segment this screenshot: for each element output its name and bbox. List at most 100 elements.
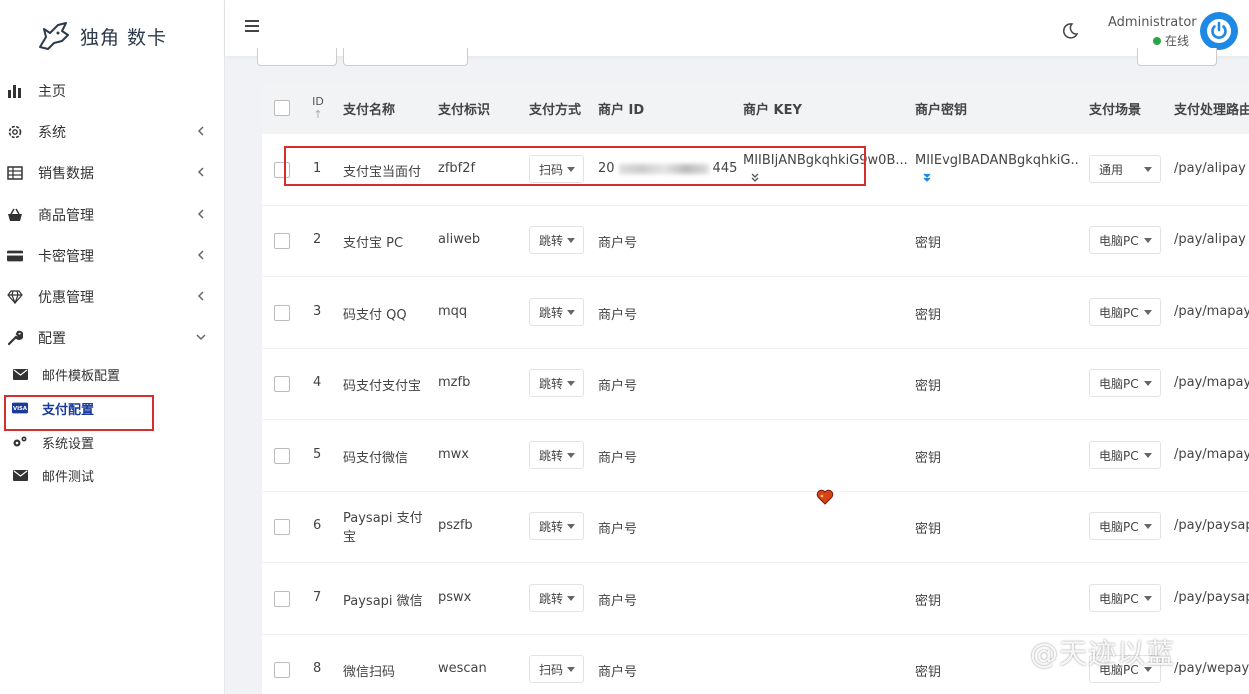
online-dot (1153, 36, 1161, 45)
method-select[interactable]: 跳转 (529, 441, 584, 469)
scene-select-value: 电脑PC (1099, 376, 1139, 391)
row-merchant-secret: MIIEvgIBADANBgkqhkiG... (915, 153, 1080, 168)
method-select-value: 跳转 (539, 591, 564, 606)
table-row[interactable]: 5 码支付微信 mwx 跳转 商户号 密钥 电脑PC /pay/mapay (262, 420, 1249, 492)
caret-down-icon (567, 238, 575, 243)
wrench-icon (7, 330, 23, 346)
scene-select[interactable]: 通用 (1089, 155, 1161, 183)
column-header-id[interactable]: ID ↑ (308, 82, 328, 134)
caret-down-icon (567, 310, 575, 315)
row-checkbox[interactable] (274, 305, 290, 321)
row-checkbox[interactable] (274, 376, 290, 392)
table-row[interactable]: 6 Paysapi 支付 宝 pszfb 跳转 商户号 密钥 电脑PC /pay… (262, 491, 1249, 563)
row-merchant-secret: 密钥 (915, 594, 942, 609)
toolbar-button[interactable] (343, 48, 468, 66)
hamburger-menu-icon[interactable] (245, 20, 259, 32)
table-row[interactable]: 3 码支付 QQ mqq 跳转 商户号 密钥 电脑PC /pay/mapay (262, 277, 1249, 349)
toolbar-button[interactable] (1137, 48, 1217, 66)
row-merchant-id: 商户号 (598, 236, 638, 251)
method-select[interactable]: 扫码 (529, 655, 584, 683)
method-select[interactable]: 跳转 (529, 584, 584, 612)
table-row[interactable]: 7 Paysapi 微信 pswx 跳转 商户号 密钥 电脑PC /pay/pa… (262, 563, 1249, 635)
sidebar-item-sales[interactable]: 销售数据 (0, 153, 225, 193)
row-name: 码支付支付宝 (343, 379, 422, 394)
row-id: 3 (313, 304, 322, 319)
caret-down-icon (1144, 238, 1152, 243)
caret-down-icon (1144, 381, 1152, 386)
row-name: Paysapi 微信 (343, 594, 423, 609)
caret-down-icon (1144, 596, 1152, 601)
scene-select[interactable]: 电脑PC (1089, 226, 1161, 254)
gear-icon (7, 124, 23, 140)
sidebar-subitem-label: 邮件模板配置 (42, 368, 121, 384)
scene-select[interactable]: 电脑PC (1089, 298, 1161, 326)
sidebar-item-products[interactable]: 商品管理 (0, 195, 225, 235)
row-id: 6 (313, 518, 322, 533)
avatar[interactable] (1200, 12, 1238, 50)
row-id: 8 (313, 661, 322, 676)
moon-icon[interactable] (1061, 22, 1079, 40)
sidebar-subitem-label: 系统设置 (42, 436, 95, 452)
row-checkbox[interactable] (274, 233, 290, 249)
sidebar-item-coupons[interactable]: 优惠管理 (0, 277, 225, 317)
column-header-method: 支付方式 (529, 102, 582, 118)
sidebar-item-system[interactable]: 系统 (0, 112, 225, 152)
select-all-checkbox[interactable] (274, 100, 290, 116)
column-header-merchant-key: 商户 KEY (743, 102, 802, 118)
sidebar-subitem-mail-template[interactable]: 邮件模板配置 (0, 358, 225, 390)
brand-logo[interactable]: 独角 数卡 (36, 18, 167, 54)
user-name[interactable]: Administrator (1108, 15, 1197, 30)
caret-down-icon (567, 381, 575, 386)
column-header-tag: 支付标识 (438, 102, 491, 118)
caret-down-icon (567, 596, 575, 601)
row-route: /pay/mapay (1174, 447, 1249, 462)
unicorn-icon (39, 22, 69, 50)
row-name-line: 宝 (343, 530, 357, 545)
chevron-left-icon (197, 291, 204, 301)
row-route: /pay/alipay (1174, 232, 1246, 247)
caret-down-icon (567, 453, 575, 458)
method-select-value: 扫码 (539, 662, 564, 677)
row-merchant-secret: 密钥 (915, 379, 942, 394)
row-merchant-id: 商户号 (598, 665, 638, 680)
row-checkbox[interactable] (274, 591, 290, 607)
bar-chart-icon (7, 83, 23, 99)
table-row[interactable]: 4 码支付支付宝 mzfb 跳转 商户号 密钥 电脑PC /pay/mapay (262, 348, 1249, 420)
chevron-down-icon (196, 334, 206, 341)
row-name: 微信扫码 (343, 665, 396, 680)
chevron-left-icon (197, 209, 204, 219)
scene-select[interactable]: 电脑PC (1089, 512, 1161, 540)
row-checkbox[interactable] (274, 662, 290, 678)
row-tag: pswx (438, 590, 472, 605)
scene-select-value: 电脑PC (1099, 519, 1139, 534)
scene-select[interactable]: 电脑PC (1089, 584, 1161, 612)
method-select[interactable]: 跳转 (529, 369, 584, 397)
row-tag: pszfb (438, 518, 473, 533)
scene-select[interactable]: 电脑PC (1089, 369, 1161, 397)
caret-down-icon (567, 667, 575, 672)
caret-down-icon (1144, 310, 1152, 315)
double-chevron-down-icon[interactable] (922, 173, 932, 183)
sidebar-item-cards[interactable]: 卡密管理 (0, 236, 225, 276)
row-checkbox[interactable] (274, 448, 290, 464)
method-select[interactable]: 跳转 (529, 298, 584, 326)
sidebar-item-config[interactable]: 配置 (0, 318, 225, 358)
table-row[interactable]: 2 支付宝 PC aliweb 跳转 商户号 密钥 电脑PC /pay/alip… (262, 205, 1249, 277)
sidebar-item-home[interactable]: 主页 (0, 71, 225, 111)
row-id: 5 (313, 447, 322, 462)
row-id: 2 (313, 232, 322, 247)
cogs-icon (12, 435, 28, 449)
method-select[interactable]: 跳转 (529, 512, 584, 540)
brand-title: 独角 数卡 (80, 26, 168, 49)
method-select[interactable]: 跳转 (529, 226, 584, 254)
column-header-merchant-id: 商户 ID (598, 102, 645, 118)
sidebar-subitem-mail-test[interactable]: 邮件测试 (0, 459, 225, 491)
row-merchant-id: 商户号 (598, 522, 638, 537)
heart-sticker-icon (816, 489, 834, 505)
row-merchant-secret: 密钥 (915, 308, 942, 323)
toolbar-button[interactable] (257, 48, 337, 66)
row-checkbox[interactable] (274, 519, 290, 535)
scene-select[interactable]: 电脑PC (1089, 441, 1161, 469)
caret-down-icon (567, 524, 575, 529)
sidebar-item-label: 卡密管理 (38, 249, 94, 265)
